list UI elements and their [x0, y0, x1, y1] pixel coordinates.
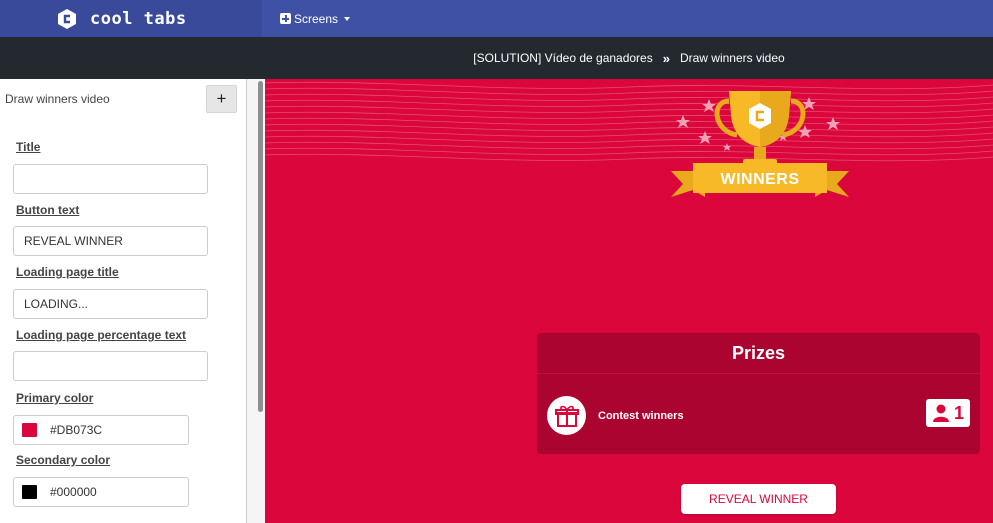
breadcrumb-parent[interactable]: [SOLUTION] Vídeo de ganadores [473, 51, 652, 65]
brand-name: cool tabs [90, 8, 187, 29]
primary-color-swatch[interactable] [22, 423, 37, 437]
preview-canvas: WINNERS Prizes Contest winners 1 REVEAL … [265, 79, 993, 523]
user-icon [932, 404, 949, 422]
winners-count: 1 [953, 402, 964, 423]
prizes-card: Prizes Contest winners 1 [537, 333, 980, 454]
wave-pattern [265, 81, 993, 162]
primary-color-value: #DB073C [50, 423, 103, 437]
secondary-color-label: Secondary color [16, 453, 111, 467]
brand[interactable]: cool tabs [0, 0, 262, 37]
primary-color-label: Primary color [16, 391, 94, 405]
secondary-color-value: #000000 [50, 485, 97, 499]
screens-label: Screens [294, 11, 339, 26]
loading-title-input[interactable]: LOADING... [13, 289, 208, 319]
breadcrumb: [SOLUTION] Vídeo de ganadores » Draw win… [0, 37, 993, 79]
sidebar-title: Draw winners video [5, 92, 110, 106]
loading-percentage-label: Loading page percentage text [16, 328, 187, 342]
loading-percentage-input[interactable] [13, 351, 208, 381]
winners-banner-text: WINNERS [720, 171, 800, 188]
title-input[interactable] [13, 164, 208, 194]
add-button[interactable]: + [206, 85, 237, 113]
scrollbar-thumb[interactable] [258, 81, 263, 412]
cooltabs-logo-icon [58, 8, 76, 29]
settings-sidebar: Draw winners video + Title Button text R… [0, 79, 247, 523]
prizes-title: Prizes [537, 333, 980, 374]
title-label: Title [16, 140, 41, 154]
reveal-winner-button[interactable]: REVEAL WINNER [681, 484, 836, 514]
top-navbar: cool tabs Screens [0, 0, 993, 37]
prize-name: Contest winners [598, 409, 684, 422]
primary-color-input[interactable]: #DB073C [13, 415, 189, 445]
button-text-input[interactable]: REVEAL WINNER [13, 226, 208, 256]
secondary-color-input[interactable]: #000000 [13, 477, 189, 507]
gift-icon [547, 396, 586, 435]
breadcrumb-separator-icon: » [662, 50, 670, 66]
button-text-label: Button text [16, 203, 80, 217]
winners-count-badge: 1 [926, 399, 970, 427]
plus-square-icon [280, 13, 291, 24]
caret-down-icon [344, 16, 351, 21]
breadcrumb-current: Draw winners video [679, 51, 785, 65]
screens-dropdown[interactable]: Screens [280, 11, 351, 26]
sidebar-header: Draw winners video + [0, 79, 246, 119]
panel-splitter[interactable] [247, 79, 265, 523]
prize-row: Contest winners [547, 396, 684, 435]
loading-title-label: Loading page title [16, 265, 119, 279]
secondary-color-swatch[interactable] [22, 485, 37, 499]
